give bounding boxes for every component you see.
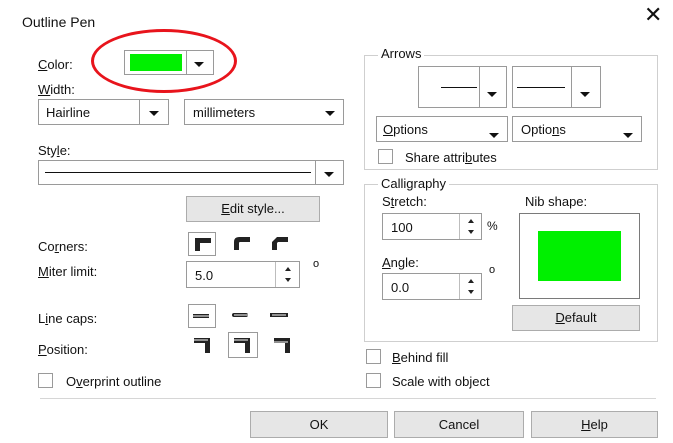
butt-cap-icon	[193, 314, 211, 318]
miter-limit-input[interactable]: 5.0	[186, 261, 300, 288]
miter-limit-label: Miter limit:	[38, 264, 98, 279]
unit-value: millimeters	[193, 105, 256, 120]
help-button[interactable]: Help	[531, 411, 658, 438]
position-center-button[interactable]	[228, 332, 258, 358]
scale-with-object-checkbox[interactable]	[366, 373, 381, 388]
chevron-down-icon	[580, 85, 590, 100]
style-line-preview	[45, 172, 311, 173]
corner-bevel-button[interactable]	[266, 232, 294, 256]
scale-with-object-label: Scale with object	[392, 374, 490, 389]
percent-label: %	[487, 219, 498, 233]
miter-spinner[interactable]	[275, 262, 299, 287]
chevron-down-icon	[623, 126, 633, 141]
share-attributes-checkbox[interactable]	[378, 149, 393, 164]
unit-select[interactable]: millimeters	[184, 99, 344, 125]
share-attributes-label: Share attributes	[405, 150, 497, 165]
behind-fill-label: Behind fill	[392, 350, 449, 365]
start-arrow-select[interactable]	[418, 66, 507, 108]
stretch-label: Stretch:	[382, 194, 427, 209]
inside-position-icon	[274, 338, 290, 353]
width-label: Width:	[38, 82, 75, 97]
angle-degree-symbol: o	[489, 264, 496, 276]
cancel-button[interactable]: Cancel	[394, 411, 524, 438]
close-icon[interactable]: ✕	[644, 4, 662, 26]
end-arrow-select[interactable]	[512, 66, 601, 108]
position-label: Position:	[38, 342, 88, 357]
bevel-corner-icon	[272, 237, 288, 250]
style-select[interactable]	[38, 160, 344, 185]
corner-round-button[interactable]	[228, 232, 256, 256]
outline-pen-dialog: Outline Pen ✕ Color: Width: Hairline mil…	[0, 0, 673, 443]
corners-label: Corners:	[38, 239, 88, 254]
miter-limit-value: 5.0	[195, 268, 214, 283]
arrows-title: Arrows	[378, 46, 425, 61]
color-label: Color:	[38, 57, 73, 72]
stretch-value: 100	[391, 220, 413, 235]
round-cap-icon	[232, 313, 248, 317]
angle-spinner[interactable]	[459, 274, 481, 299]
options-label-2: Options	[521, 122, 566, 137]
calligraphy-title: Calligraphy	[378, 176, 450, 191]
position-outside-button[interactable]	[190, 334, 218, 358]
style-label: Style:	[38, 143, 71, 158]
nib-shape-label: Nib shape:	[525, 194, 588, 209]
annotation-highlight	[91, 29, 237, 93]
angle-value: 0.0	[391, 280, 410, 295]
center-position-icon	[234, 338, 250, 353]
chevron-down-icon	[324, 165, 334, 180]
cap-round-button[interactable]	[228, 304, 256, 328]
start-arrow-options[interactable]: Options	[376, 116, 508, 142]
chevron-down-icon	[489, 126, 499, 141]
default-button[interactable]: Default	[512, 305, 640, 331]
outside-position-icon	[194, 338, 210, 353]
line-caps-label: Line caps:	[38, 311, 98, 326]
edit-style-button[interactable]: Edit style...	[186, 196, 320, 222]
stretch-input[interactable]: 100	[382, 213, 482, 240]
cap-butt-button[interactable]	[188, 304, 216, 328]
arrow-line-preview	[517, 87, 565, 88]
stretch-spinner[interactable]	[459, 214, 481, 239]
cap-square-button[interactable]	[266, 304, 294, 328]
behind-fill-checkbox[interactable]	[366, 349, 381, 364]
chevron-down-icon	[149, 104, 159, 119]
overprint-checkbox[interactable]	[38, 373, 53, 388]
degree-symbol: o	[313, 258, 320, 270]
round-corner-icon	[234, 237, 250, 250]
angle-input[interactable]: 0.0	[382, 273, 482, 300]
separator	[40, 398, 656, 399]
arrow-line-preview	[441, 87, 477, 88]
end-arrow-options[interactable]: Options	[512, 116, 642, 142]
overprint-label: Overprint outline	[66, 374, 162, 389]
square-cap-icon	[270, 313, 288, 317]
nib-shape-preview[interactable]	[519, 213, 640, 299]
corner-miter-button[interactable]	[188, 232, 216, 256]
position-inside-button[interactable]	[270, 334, 298, 358]
options-label-1: Options	[383, 122, 428, 137]
angle-label: Angle:	[382, 255, 419, 270]
chevron-down-icon	[487, 85, 497, 100]
miter-corner-icon	[195, 238, 211, 251]
ok-button[interactable]: OK	[250, 411, 388, 438]
dialog-title: Outline Pen	[22, 14, 96, 30]
width-value: Hairline	[46, 105, 91, 120]
chevron-down-icon	[325, 104, 335, 119]
width-select[interactable]: Hairline	[38, 99, 169, 125]
nib-shape-swatch	[538, 231, 621, 281]
